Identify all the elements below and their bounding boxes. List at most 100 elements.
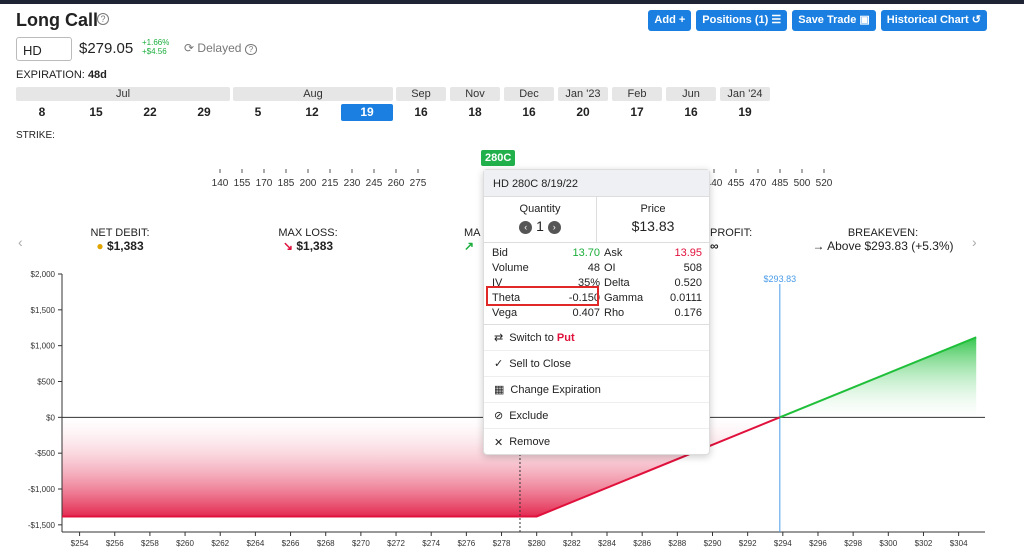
- change-pct: +1.66%: [142, 38, 170, 47]
- delayed-help-icon[interactable]: ?: [244, 44, 258, 55]
- expiration-days: 48d: [87, 69, 107, 81]
- x-tick-label: $282: [563, 539, 581, 548]
- decrement-icon[interactable]: ‹: [519, 220, 533, 234]
- strike-tick-label: 185: [278, 178, 295, 189]
- month-dec: Dec: [504, 87, 554, 101]
- exp-day[interactable]: 17: [611, 104, 663, 121]
- expiration-days-row: 8 15 22 29 5 12 19 16 18 16 20 17 16 19: [0, 104, 1024, 122]
- quantity-cell: Quantity ‹ 1 ›: [484, 197, 597, 242]
- price-label: Price: [640, 203, 666, 215]
- strike-tick-label: 470: [750, 178, 767, 189]
- exp-day[interactable]: 19: [719, 104, 771, 121]
- y-tick-label: $2,000: [31, 270, 56, 279]
- chevron-left-icon[interactable]: ‹: [18, 234, 23, 250]
- x-tick-label: $298: [844, 539, 862, 548]
- strike-tick-label: 485: [772, 178, 789, 189]
- ask-label: Ask: [604, 247, 623, 259]
- strike-tick-label: 215: [322, 178, 339, 189]
- sell-to-close-label: Sell to Close: [509, 357, 571, 370]
- exp-day[interactable]: 16: [665, 104, 717, 121]
- x-tick-label: $266: [282, 539, 300, 548]
- net-debit: NET DEBIT: ● $1,383: [80, 227, 160, 253]
- ticker-input[interactable]: HD: [16, 37, 72, 61]
- bid-value: 13.70: [572, 247, 600, 259]
- oi-value: 508: [683, 262, 702, 274]
- down-arrow-icon: ↘: [282, 239, 293, 253]
- calendar-icon: ▦: [494, 384, 505, 396]
- month-jun: Jun: [666, 87, 716, 101]
- list-icon: ☰: [771, 14, 782, 26]
- save-label: Save Trade: [798, 14, 857, 26]
- exp-day[interactable]: 16: [503, 104, 555, 121]
- change-expiration-button[interactable]: ▦ Change Expiration: [484, 377, 709, 403]
- strike-tick-label: 455: [728, 178, 745, 189]
- refresh-icon[interactable]: ⟳: [184, 41, 194, 55]
- switch-to-put-button[interactable]: ⇄ Switch to Put: [484, 325, 709, 351]
- strike-label: STRIKE:: [16, 130, 55, 141]
- exp-day[interactable]: 20: [557, 104, 609, 121]
- x-tick-label: $260: [176, 539, 194, 548]
- delayed-label: Delayed: [197, 41, 242, 55]
- x-tick-label: $258: [141, 539, 159, 548]
- position-popup: HD 280C 8/19/22 Quantity ‹ 1 › Price $13…: [483, 169, 710, 455]
- exp-day[interactable]: 18: [449, 104, 501, 121]
- exp-day[interactable]: 12: [286, 104, 338, 121]
- x-tick-label: $264: [246, 539, 264, 548]
- strike-tick-label: 170: [256, 178, 273, 189]
- help-icon[interactable]: ?: [97, 13, 109, 25]
- remove-button[interactable]: ✕ Remove: [484, 429, 709, 455]
- breakeven-label: $293.83: [764, 274, 797, 284]
- increment-icon[interactable]: ›: [547, 220, 561, 234]
- y-tick-label: -$1,000: [28, 485, 56, 494]
- strike-tick-label: 520: [816, 178, 833, 189]
- history-icon: ↺: [971, 14, 981, 26]
- delta-label: Delta: [604, 277, 630, 289]
- month-nov: Nov: [450, 87, 500, 101]
- volume-value: 48: [587, 262, 600, 274]
- exp-day[interactable]: 29: [178, 104, 230, 121]
- x-tick-label: $274: [422, 539, 440, 548]
- x-tick-label: $302: [915, 539, 933, 548]
- month-aug: Aug: [233, 87, 393, 101]
- top-bar: [0, 0, 1024, 4]
- exclude-button[interactable]: ⊘ Exclude: [484, 403, 709, 429]
- save-icon: ▣: [859, 14, 870, 26]
- historical-chart-button[interactable]: Historical Chart ↺: [880, 10, 987, 31]
- positions-button[interactable]: Positions (1) ☰: [696, 10, 788, 31]
- y-tick-label: -$1,500: [28, 521, 56, 530]
- toolbar: Add + Positions (1) ☰ Save Trade ▣ Histo…: [648, 10, 987, 31]
- exp-day[interactable]: 15: [70, 104, 122, 121]
- net-debit-value: $1,383: [106, 239, 144, 253]
- chevron-right-icon[interactable]: ›: [972, 234, 977, 250]
- check-icon: ✓: [494, 358, 504, 370]
- max-loss: MAX LOSS: ↘ $1,383: [268, 227, 348, 253]
- exp-day-selected[interactable]: 19: [341, 104, 393, 121]
- vega-value: 0.407: [572, 307, 600, 319]
- exp-day[interactable]: 22: [124, 104, 176, 121]
- save-trade-button[interactable]: Save Trade ▣: [792, 10, 876, 31]
- rho-value: 0.176: [674, 307, 702, 319]
- month-jan24: Jan '24: [720, 87, 770, 101]
- exp-day[interactable]: 16: [395, 104, 447, 121]
- month-feb: Feb: [612, 87, 662, 101]
- popup-title: HD 280C 8/19/22: [484, 170, 709, 197]
- sell-to-close-button[interactable]: ✓ Sell to Close: [484, 351, 709, 377]
- add-button[interactable]: Add +: [648, 10, 692, 31]
- y-tick-label: $500: [37, 378, 55, 387]
- breakeven-label: BREAKEVEN:: [847, 227, 919, 239]
- positions-label: Positions (1): [702, 14, 769, 26]
- x-tick-label: $300: [879, 539, 897, 548]
- exp-day[interactable]: 5: [232, 104, 284, 121]
- strike-tick-label: 260: [388, 178, 405, 189]
- rho-label: Rho: [604, 307, 625, 319]
- month-jul: Jul: [16, 87, 230, 101]
- max-profit-label: MA: [464, 227, 481, 239]
- x-tick-label: $254: [71, 539, 89, 548]
- strike-badge[interactable]: 280C: [481, 150, 516, 166]
- greeks-grid: Bid 13.70 Ask 13.95 Volume 48 OI 508 IV 35% Delt…: [484, 243, 709, 325]
- profit-label: PROFIT:: [710, 227, 753, 239]
- exp-day[interactable]: 8: [16, 104, 68, 121]
- x-tick-label: $276: [457, 539, 475, 548]
- strike-tick-label: 200: [300, 178, 317, 189]
- x-tick-label: $268: [317, 539, 335, 548]
